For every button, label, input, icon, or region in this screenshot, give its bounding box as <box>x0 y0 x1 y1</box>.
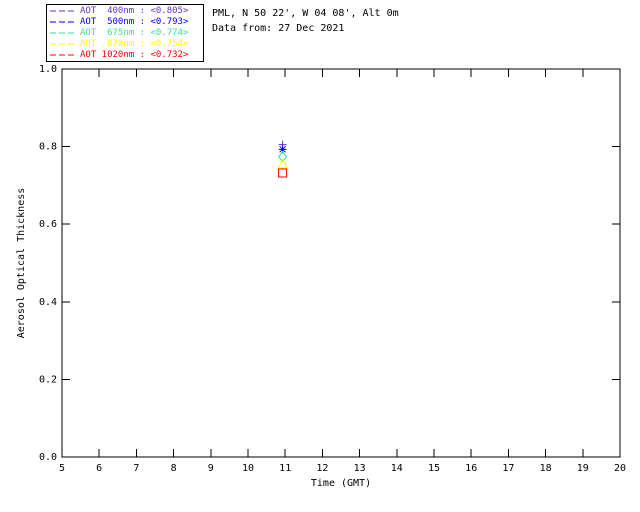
x-tick-label: 14 <box>391 463 403 474</box>
plot-window: AOT 400nm : <0.805> AOT 500nm : <0.793> AO… <box>0 0 640 512</box>
x-tick-label: 10 <box>242 463 254 474</box>
y-tick-label: 0.2 <box>39 374 57 385</box>
legend-entry: AOT 1020nm : <0.732> <box>50 50 203 61</box>
legend-entry-label: AOT 675nm : <0.774> <box>80 28 189 38</box>
x-tick-label: 7 <box>133 463 139 474</box>
legend-dashed-line-sample <box>50 21 76 23</box>
legend-box: AOT 400nm : <0.805> AOT 500nm : <0.793> AO… <box>46 4 204 62</box>
legend-dashed-line-sample <box>50 54 76 56</box>
y-tick-label: 0.8 <box>39 142 57 153</box>
legend-entry-label: AOT 400nm : <0.805> <box>80 6 189 16</box>
y-tick-label: 1.0 <box>39 64 57 75</box>
marker-square-aot-1020nm <box>278 168 288 178</box>
legend-entry-label: AOT 500nm : <0.793> <box>80 17 189 27</box>
x-tick-label: 20 <box>614 463 626 474</box>
y-axis-title: Aerosol Optical Thickness <box>16 188 27 339</box>
y-tick-label: 0.6 <box>39 219 57 230</box>
y-tick-label: 0.0 <box>39 452 57 463</box>
legend-entry: AOT 500nm : <0.793> <box>50 17 203 28</box>
plot-box <box>61 68 621 458</box>
legend-entry: AOT 870nm : <0.754> <box>50 39 203 50</box>
y-tick-label: 0.4 <box>39 297 57 308</box>
x-tick-label: 5 <box>59 463 65 474</box>
legend-entry-label: AOT 1020nm : <0.732> <box>80 50 189 60</box>
legend-entry: AOT 675nm : <0.774> <box>50 28 203 39</box>
legend-dashed-line-sample <box>50 10 76 12</box>
x-tick-label: 12 <box>316 463 328 474</box>
x-tick-label: 9 <box>208 463 214 474</box>
legend-entry: AOT 400nm : <0.805> <box>50 6 203 17</box>
x-tick-label: 17 <box>502 463 514 474</box>
x-tick-label: 15 <box>428 463 440 474</box>
aot-scatter-chart: 5 6 7 8 9 10 11 12 13 14 15 16 17 18 19 20 0.0 0.2 0.4 0.6 0… <box>16 64 626 489</box>
x-tick-label: 6 <box>96 463 102 474</box>
x-tick-label: 18 <box>540 463 552 474</box>
legend-dashed-line-sample <box>50 32 76 34</box>
x-tick-label: 8 <box>171 463 177 474</box>
legend-dashed-line-sample <box>50 43 76 45</box>
legend-entry-label: AOT 870nm : <0.754> <box>80 39 189 49</box>
x-tick-label: 19 <box>577 463 589 474</box>
x-tick-label: 11 <box>279 463 291 474</box>
x-tick-label: 16 <box>465 463 477 474</box>
marker-triangle-aot-870nm <box>277 158 288 169</box>
x-tick-label: 13 <box>354 463 366 474</box>
x-axis-title: Time (GMT) <box>311 478 371 489</box>
